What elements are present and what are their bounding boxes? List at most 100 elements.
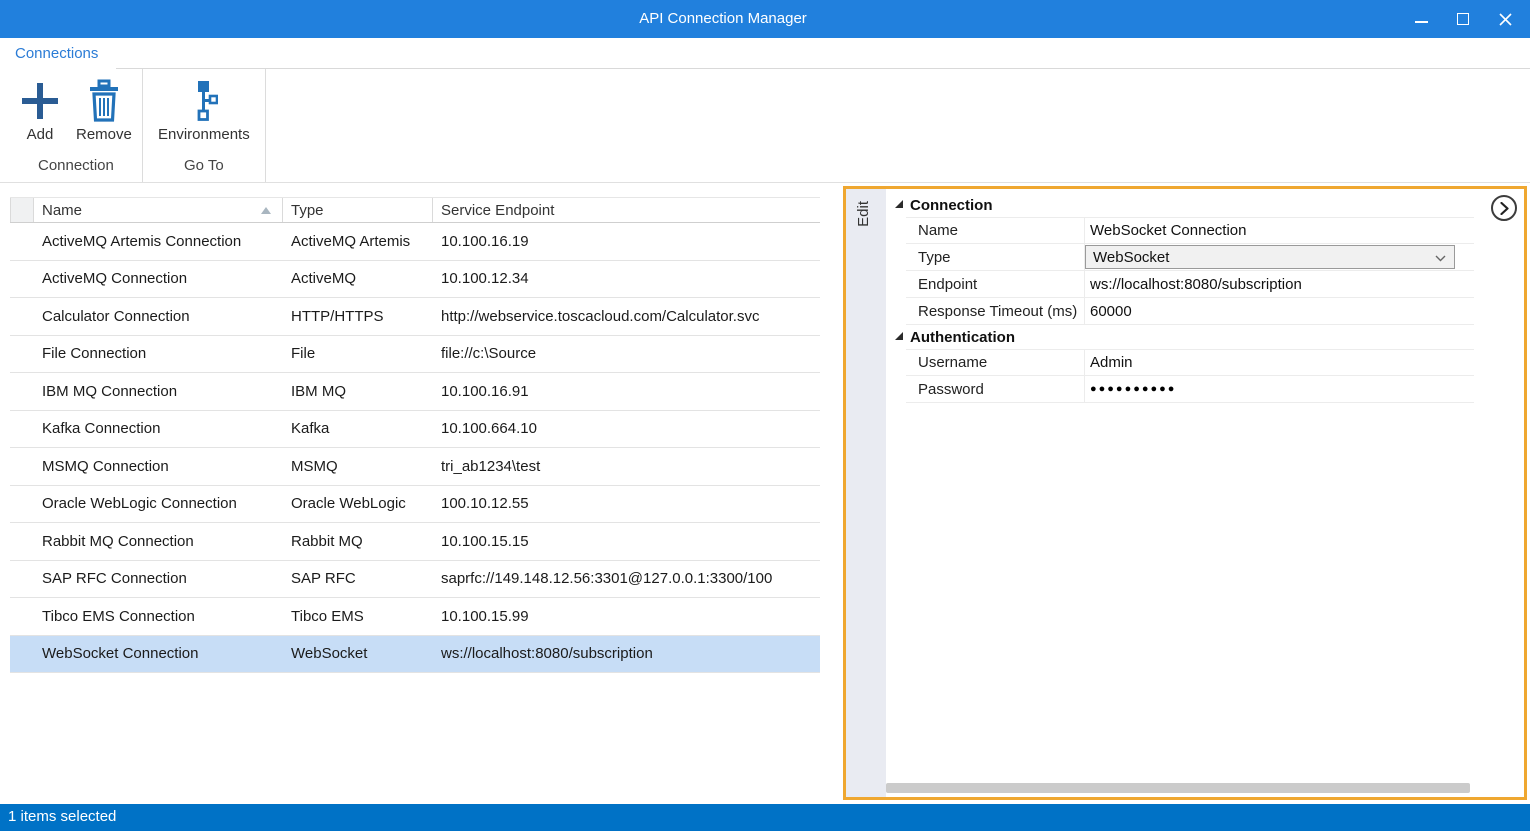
header-selector-column[interactable] (10, 198, 34, 222)
row-selector[interactable] (10, 298, 34, 335)
cell-endpoint[interactable]: file://c:\Source (433, 336, 820, 373)
titlebar[interactable]: API Connection Manager (0, 0, 1530, 38)
property-grid: ConnectionNameWebSocket ConnectionTypeWe… (886, 193, 1474, 403)
cell-type[interactable]: Tibco EMS (283, 598, 433, 635)
cell-endpoint[interactable]: 10.100.15.99 (433, 598, 820, 635)
remove-button[interactable]: Remove (68, 75, 140, 145)
cell-type[interactable]: IBM MQ (283, 373, 433, 410)
tab-connections[interactable]: Connections (15, 45, 98, 62)
cell-endpoint[interactable]: tri_ab1234\test (433, 448, 820, 485)
table-row[interactable]: IBM MQ ConnectionIBM MQ10.100.16.91 (10, 373, 820, 411)
property-label: Password (906, 376, 1084, 402)
expander-expanded-icon[interactable] (895, 200, 903, 208)
cell-name[interactable]: Rabbit MQ Connection (34, 523, 283, 560)
cell-endpoint[interactable]: 100.10.12.55 (433, 486, 820, 523)
edit-side-strip[interactable]: Edit (846, 189, 886, 797)
property-group-header[interactable]: Connection (886, 193, 1474, 217)
column-header-endpoint[interactable]: Service Endpoint (433, 198, 820, 222)
table-row[interactable]: Tibco EMS ConnectionTibco EMS10.100.15.9… (10, 598, 820, 636)
table-row[interactable]: ActiveMQ Artemis ConnectionActiveMQ Arte… (10, 223, 820, 261)
cell-type[interactable]: Oracle WebLogic (283, 486, 433, 523)
table-row[interactable]: MSMQ ConnectionMSMQtri_ab1234\test (10, 448, 820, 486)
property-group-label: Authentication (910, 329, 1015, 346)
cell-type[interactable]: File (283, 336, 433, 373)
cell-type[interactable]: Kafka (283, 411, 433, 448)
row-selector[interactable] (10, 523, 34, 560)
minimize-icon (1415, 21, 1428, 23)
table-row[interactable]: WebSocket ConnectionWebSocketws://localh… (10, 636, 820, 674)
cell-endpoint[interactable]: 10.100.12.34 (433, 261, 820, 298)
table-row[interactable]: File ConnectionFilefile://c:\Source (10, 336, 820, 374)
row-selector[interactable] (10, 561, 34, 598)
cell-type[interactable]: WebSocket (283, 636, 433, 673)
cell-name[interactable]: ActiveMQ Artemis Connection (34, 223, 283, 260)
cell-type[interactable]: Rabbit MQ (283, 523, 433, 560)
cell-name[interactable]: ActiveMQ Connection (34, 261, 283, 298)
cell-name[interactable]: Calculator Connection (34, 298, 283, 335)
table-row[interactable]: Kafka ConnectionKafka10.100.664.10 (10, 411, 820, 449)
close-button[interactable] (1484, 0, 1526, 38)
panel-collapse-button[interactable] (1491, 195, 1517, 221)
connections-table: Name Type Service Endpoint ActiveMQ Arte… (10, 197, 820, 673)
cell-name[interactable]: IBM MQ Connection (34, 373, 283, 410)
expander-expanded-icon[interactable] (895, 332, 903, 340)
cell-type[interactable]: ActiveMQ Artemis (283, 223, 433, 260)
cell-name[interactable]: Oracle WebLogic Connection (34, 486, 283, 523)
property-label: Username (906, 350, 1084, 375)
cell-name[interactable]: MSMQ Connection (34, 448, 283, 485)
cell-name[interactable]: Kafka Connection (34, 411, 283, 448)
row-selector[interactable] (10, 336, 34, 373)
row-selector[interactable] (10, 448, 34, 485)
property-row: TypeWebSocket (906, 244, 1474, 271)
maximize-icon (1457, 13, 1469, 25)
cell-endpoint[interactable]: 10.100.15.15 (433, 523, 820, 560)
horizontal-scrollbar[interactable] (886, 783, 1470, 793)
cell-endpoint[interactable]: 10.100.16.91 (433, 373, 820, 410)
minimize-button[interactable] (1400, 0, 1442, 38)
table-row[interactable]: Calculator ConnectionHTTP/HTTPShttp://we… (10, 298, 820, 336)
cell-name[interactable]: SAP RFC Connection (34, 561, 283, 598)
add-button[interactable]: Add (12, 75, 68, 145)
property-group-header[interactable]: Authentication (886, 325, 1474, 349)
cell-type[interactable]: ActiveMQ (283, 261, 433, 298)
cell-name[interactable]: Tibco EMS Connection (34, 598, 283, 635)
ribbon: Add Remove C (0, 69, 1530, 183)
table-row[interactable]: Rabbit MQ ConnectionRabbit MQ10.100.15.1… (10, 523, 820, 561)
row-selector[interactable] (10, 261, 34, 298)
cell-endpoint[interactable]: 10.100.16.19 (433, 223, 820, 260)
remove-button-label: Remove (76, 126, 132, 143)
cell-endpoint[interactable]: http://webservice.toscacloud.com/Calcula… (433, 298, 820, 335)
property-value-field[interactable]: ws://localhost:8080/subscription (1084, 271, 1474, 297)
table-row[interactable]: Oracle WebLogic ConnectionOracle WebLogi… (10, 486, 820, 524)
cell-type[interactable]: MSMQ (283, 448, 433, 485)
cell-name[interactable]: File Connection (34, 336, 283, 373)
row-selector[interactable] (10, 636, 34, 673)
row-selector[interactable] (10, 373, 34, 410)
property-value-field[interactable]: 60000 (1084, 298, 1474, 324)
row-selector[interactable] (10, 223, 34, 260)
column-header-endpoint-label: Service Endpoint (441, 202, 554, 219)
environments-button[interactable]: Environments (150, 75, 258, 145)
row-selector[interactable] (10, 411, 34, 448)
row-selector[interactable] (10, 486, 34, 523)
type-dropdown[interactable]: WebSocket (1085, 245, 1455, 269)
cell-endpoint[interactable]: saprfc://149.148.12.56:3301@127.0.0.1:33… (433, 561, 820, 598)
cell-endpoint[interactable]: 10.100.664.10 (433, 411, 820, 448)
maximize-button[interactable] (1442, 0, 1484, 38)
cell-type[interactable]: SAP RFC (283, 561, 433, 598)
column-header-type[interactable]: Type (283, 198, 433, 222)
cell-name[interactable]: WebSocket Connection (34, 636, 283, 673)
edit-panel: Edit ConnectionNameWebSocket ConnectionT… (843, 186, 1527, 800)
ribbon-group-goto: Environments Go To (143, 69, 266, 182)
property-value-field[interactable]: Admin (1084, 350, 1474, 375)
property-label: Type (906, 244, 1084, 270)
cell-endpoint[interactable]: ws://localhost:8080/subscription (433, 636, 820, 673)
table-row[interactable]: SAP RFC ConnectionSAP RFCsaprfc://149.14… (10, 561, 820, 599)
table-row[interactable]: ActiveMQ ConnectionActiveMQ10.100.12.34 (10, 261, 820, 299)
chevron-down-icon (1435, 255, 1446, 262)
property-value-field[interactable]: WebSocket Connection (1084, 218, 1474, 243)
password-field[interactable]: ●●●●●●●●●● (1084, 376, 1474, 402)
row-selector[interactable] (10, 598, 34, 635)
column-header-name[interactable]: Name (34, 198, 283, 222)
cell-type[interactable]: HTTP/HTTPS (283, 298, 433, 335)
